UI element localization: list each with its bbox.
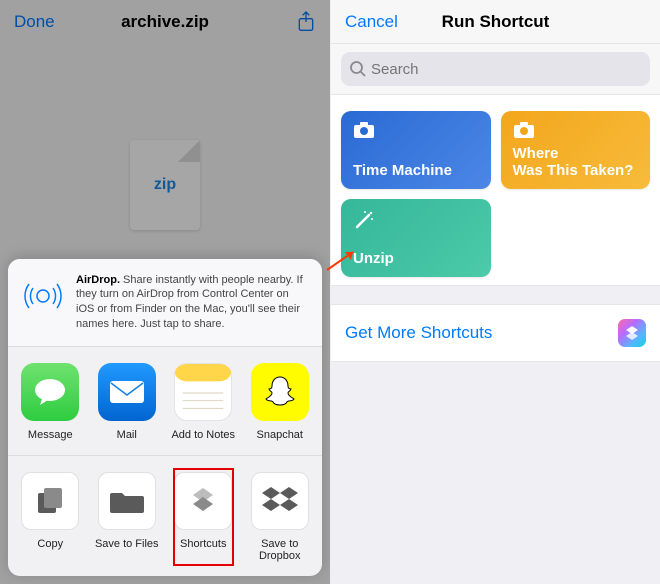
search-icon — [349, 60, 367, 78]
share-app-notes[interactable]: Add to Notes — [165, 363, 242, 441]
camera-icon — [513, 121, 639, 143]
dropbox-icon — [251, 472, 309, 530]
camera-icon — [353, 121, 479, 143]
share-app-message[interactable]: Message — [12, 363, 89, 441]
share-app-label: Add to Notes — [171, 429, 235, 441]
share-app-label: Snapchat — [257, 429, 303, 441]
search-input[interactable] — [341, 52, 650, 86]
shortcuts-app-icon — [618, 319, 646, 347]
share-apps-row: Message Mail Add to Notes Snapchat — [8, 347, 322, 456]
action-label: Save to Dropbox — [242, 538, 319, 562]
share-app-label: Mail — [117, 429, 137, 441]
card-label: Unzip — [353, 250, 479, 267]
get-more-label: Get More Shortcuts — [345, 323, 492, 343]
left-screen: Done archive.zip zip — [0, 0, 330, 584]
cancel-button[interactable]: Cancel — [345, 12, 398, 32]
right-navbar: Cancel Run Shortcut — [331, 0, 660, 44]
share-app-snapchat[interactable]: Snapchat — [242, 363, 319, 441]
share-sheet: AirDrop. Share instantly with people nea… — [8, 259, 322, 576]
shortcuts-grid: Time Machine Where Was This Taken? Unzip — [331, 95, 660, 286]
get-more-shortcuts[interactable]: Get More Shortcuts — [331, 304, 660, 362]
shortcuts-icon — [174, 472, 232, 530]
snapchat-icon — [251, 363, 309, 421]
airdrop-icon — [20, 273, 66, 319]
notes-icon — [174, 363, 232, 421]
action-label: Save to Files — [95, 538, 159, 550]
airdrop-text: AirDrop. Share instantly with people nea… — [76, 273, 310, 332]
action-label: Shortcuts — [180, 538, 226, 550]
right-screen: Cancel Run Shortcut Time Machine Where W… — [330, 0, 660, 584]
share-app-mail[interactable]: Mail — [89, 363, 166, 441]
card-label: Where Was This Taken? — [513, 145, 639, 179]
share-app-label: Message — [28, 429, 73, 441]
airdrop-section[interactable]: AirDrop. Share instantly with people nea… — [8, 259, 322, 347]
action-label: Copy — [37, 538, 63, 550]
search-bar-wrap — [331, 44, 660, 95]
shortcut-card-where-taken[interactable]: Where Was This Taken? — [501, 111, 651, 189]
mail-icon — [98, 363, 156, 421]
shortcut-card-time-machine[interactable]: Time Machine — [341, 111, 491, 189]
card-label: Time Machine — [353, 162, 479, 179]
share-actions-row: Copy Save to Files Shortcuts Save to D — [8, 456, 322, 576]
action-copy[interactable]: Copy — [12, 472, 89, 562]
folder-icon — [98, 472, 156, 530]
copy-icon — [21, 472, 79, 530]
message-icon — [21, 363, 79, 421]
action-save-files[interactable]: Save to Files — [89, 472, 166, 562]
wand-icon — [353, 209, 479, 231]
shortcut-card-unzip[interactable]: Unzip — [341, 199, 491, 277]
action-dropbox[interactable]: Save to Dropbox — [242, 472, 319, 562]
action-shortcuts[interactable]: Shortcuts — [165, 472, 242, 562]
